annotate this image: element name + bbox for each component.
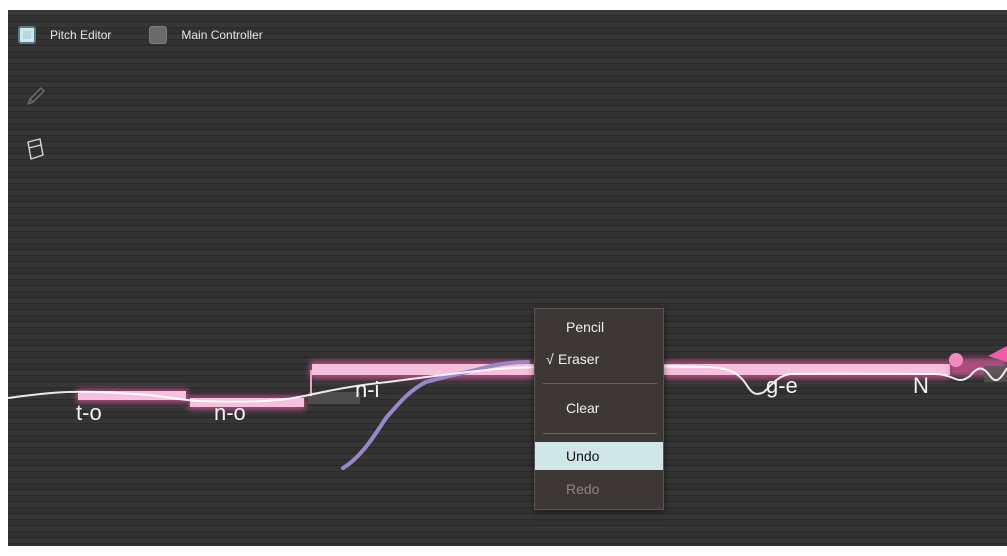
syllable-label: g-e: [766, 373, 798, 398]
pencil-icon: [27, 87, 45, 105]
menu-item-pencil[interactable]: Pencil: [535, 313, 663, 341]
menu-item-eraser[interactable]: √ Eraser: [535, 345, 663, 373]
editor-mode-toggles: Pitch Editor Main Controller: [18, 24, 301, 46]
menu-item-label: Eraser: [558, 351, 600, 367]
syllable-label: N: [913, 373, 929, 398]
syllable-label: n-o: [214, 400, 246, 425]
pitch-track[interactable]: t-o n-o n-i g-e N: [8, 10, 1007, 546]
pitch-editor-toggle[interactable]: Pitch Editor: [18, 26, 111, 44]
main-controller-toggle[interactable]: Main Controller: [149, 26, 263, 44]
menu-separator: [543, 433, 657, 434]
menu-item-label: Redo: [566, 481, 600, 497]
pitch-editor-canvas[interactable]: t-o n-o n-i g-e N Pitch Editor Main Cont…: [8, 10, 1007, 546]
menu-item-redo[interactable]: Redo: [535, 475, 663, 503]
eraser-tool-button[interactable]: [22, 136, 48, 162]
pencil-tool-button[interactable]: [22, 84, 48, 110]
checkmark-icon: √: [546, 351, 554, 367]
syllable-label: n-i: [355, 377, 379, 402]
main-controller-label: Main Controller: [181, 28, 263, 42]
menu-item-label: Pencil: [566, 319, 605, 335]
syllable-label: t-o: [76, 400, 102, 425]
menu-item-label: Undo: [566, 448, 600, 464]
menu-separator: [543, 383, 657, 384]
note-N-accent: [949, 353, 963, 367]
menu-item-clear[interactable]: Clear: [535, 394, 663, 422]
menu-item-undo[interactable]: Undo: [535, 442, 663, 470]
pitch-editor-checkbox[interactable]: [18, 26, 36, 44]
menu-item-label: Clear: [566, 400, 600, 416]
main-controller-checkbox[interactable]: [149, 26, 168, 44]
eraser-icon: [27, 138, 44, 160]
pitch-editor-label: Pitch Editor: [50, 28, 112, 42]
tool-context-menu: Pencil √ Eraser Clear Undo Redo: [534, 308, 664, 510]
